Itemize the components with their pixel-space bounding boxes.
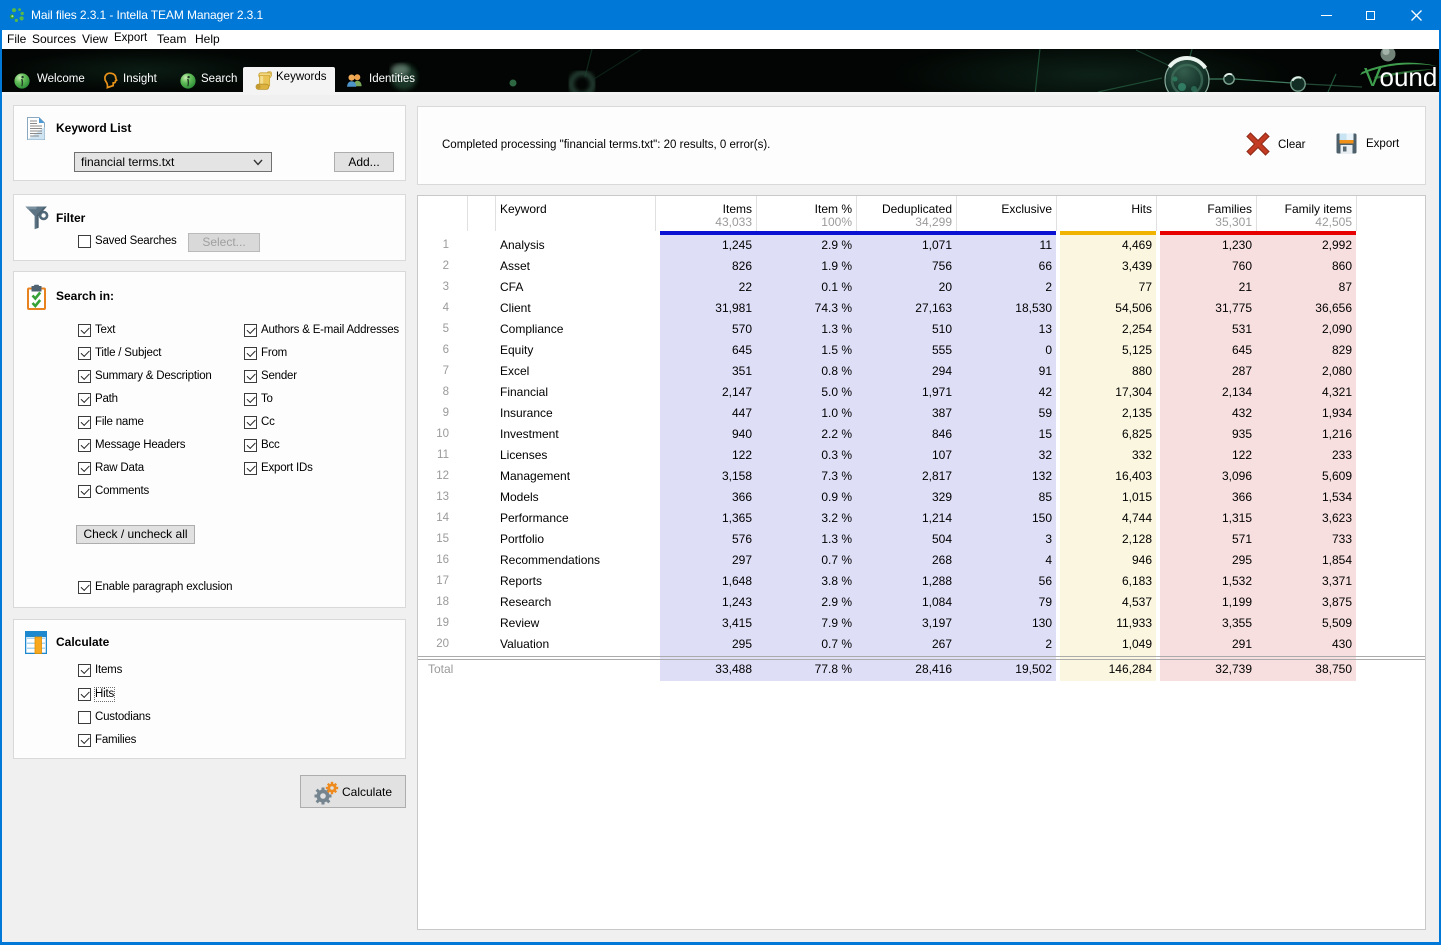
svg-text:ound: ound [1380, 62, 1438, 92]
